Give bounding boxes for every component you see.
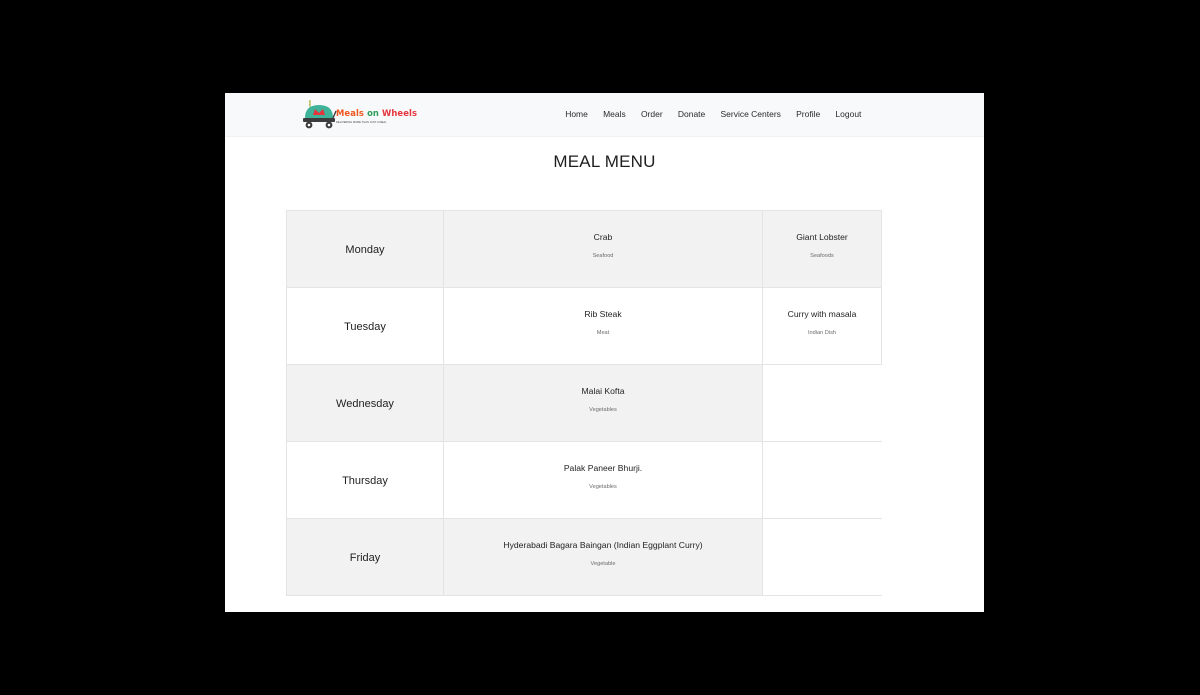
day-cell: Friday: [286, 518, 444, 596]
page-title: MEAL MENU: [553, 152, 656, 171]
meal-cell: Curry with masala Indian Dish: [762, 287, 882, 365]
day-cell: Wednesday: [286, 364, 444, 442]
meal-cell: Crab Seafood: [443, 210, 763, 288]
brand-word-wheels: Wheels: [382, 108, 418, 118]
navbar: Meals on Wheels DELIVERING MORE THAN JUS…: [225, 93, 984, 137]
meal-type: Seafoods: [810, 252, 834, 259]
day-label: Wednesday: [336, 398, 394, 410]
nav-link-home[interactable]: Home: [558, 107, 596, 121]
meal-cell: Malai Kofta Vegetables: [443, 364, 763, 442]
nav-link-order[interactable]: Order: [633, 107, 670, 121]
meal-type: Indian Dish: [808, 329, 836, 336]
nav-item-order: Order: [633, 107, 670, 121]
table-row: Friday Hyderabadi Bagara Baingan (Indian…: [286, 518, 882, 596]
table-row: Wednesday Malai Kofta Vegetables: [286, 364, 882, 442]
table-row: Thursday Palak Paneer Bhurji. Vegetables: [286, 441, 882, 519]
empty-cell: [762, 441, 882, 519]
meal-cell: Rib Steak Meat: [443, 287, 763, 365]
brand-word-meals: Meals: [336, 108, 365, 118]
nav-item-meals: Meals: [595, 107, 633, 121]
empty-cell: [762, 364, 882, 442]
day-label: Monday: [345, 244, 385, 256]
day-label: Tuesday: [344, 321, 386, 333]
table-row: Tuesday Rib Steak Meat Curry with masala…: [286, 287, 882, 365]
brand-logo[interactable]: Meals on Wheels DELIVERING MORE THAN JUS…: [303, 97, 417, 133]
meal-cell: Giant Lobster Seafoods: [762, 210, 882, 288]
nav-item-home: Home: [558, 107, 596, 121]
day-cell: Tuesday: [286, 287, 444, 365]
nav-link-meals[interactable]: Meals: [595, 107, 633, 121]
meal-type: Vegetables: [589, 483, 617, 490]
meal-name: Hyderabadi Bagara Baingan (Indian Eggpla…: [503, 539, 703, 550]
meal-type: Meat: [596, 329, 610, 336]
brand-tagline: DELIVERING MORE THAN JUST A MEAL: [336, 121, 387, 124]
meal-cell: Palak Paneer Bhurji. Vegetables: [443, 441, 763, 519]
nav-menu: Home Meals Order Donate Service Centers …: [558, 107, 869, 121]
brand-word-on: on: [367, 108, 379, 118]
meal-type: Vegetables: [589, 406, 617, 413]
empty-cell: [762, 518, 882, 596]
day-cell: Monday: [286, 210, 444, 288]
browser-page: Meals on Wheels DELIVERING MORE THAN JUS…: [225, 93, 984, 612]
day-cell: Thursday: [286, 441, 444, 519]
meal-name: Palak Paneer Bhurji.: [563, 462, 643, 473]
table-row: Monday Crab Seafood Giant Lobster Seafoo…: [286, 210, 882, 288]
nav-link-service-centers[interactable]: Service Centers: [713, 107, 789, 121]
meal-name: Malai Kofta: [581, 385, 625, 396]
nav-link-donate[interactable]: Donate: [670, 107, 713, 121]
nav-link-profile[interactable]: Profile: [789, 107, 828, 121]
meal-type: Seafood: [592, 252, 614, 259]
nav-item-service-centers: Service Centers: [713, 107, 789, 121]
day-label: Thursday: [342, 475, 388, 487]
meal-type: Vegetable: [590, 560, 616, 567]
nav-item-donate: Donate: [670, 107, 713, 121]
nav-item-logout: Logout: [828, 107, 869, 121]
brand-name: Meals on Wheels: [336, 108, 417, 118]
nav-link-logout[interactable]: Logout: [828, 107, 869, 121]
food-cart-logo-icon: [303, 100, 337, 129]
meal-name: Curry with masala: [787, 308, 857, 319]
meal-cell: Hyderabadi Bagara Baingan (Indian Eggpla…: [443, 518, 763, 596]
meal-name: Rib Steak: [584, 308, 622, 319]
meal-name: Crab: [593, 231, 613, 242]
day-label: Friday: [349, 552, 381, 564]
meal-menu-table: Monday Crab Seafood Giant Lobster Seafoo…: [286, 210, 882, 596]
meal-name: Giant Lobster: [796, 231, 848, 242]
nav-item-profile: Profile: [789, 107, 828, 121]
